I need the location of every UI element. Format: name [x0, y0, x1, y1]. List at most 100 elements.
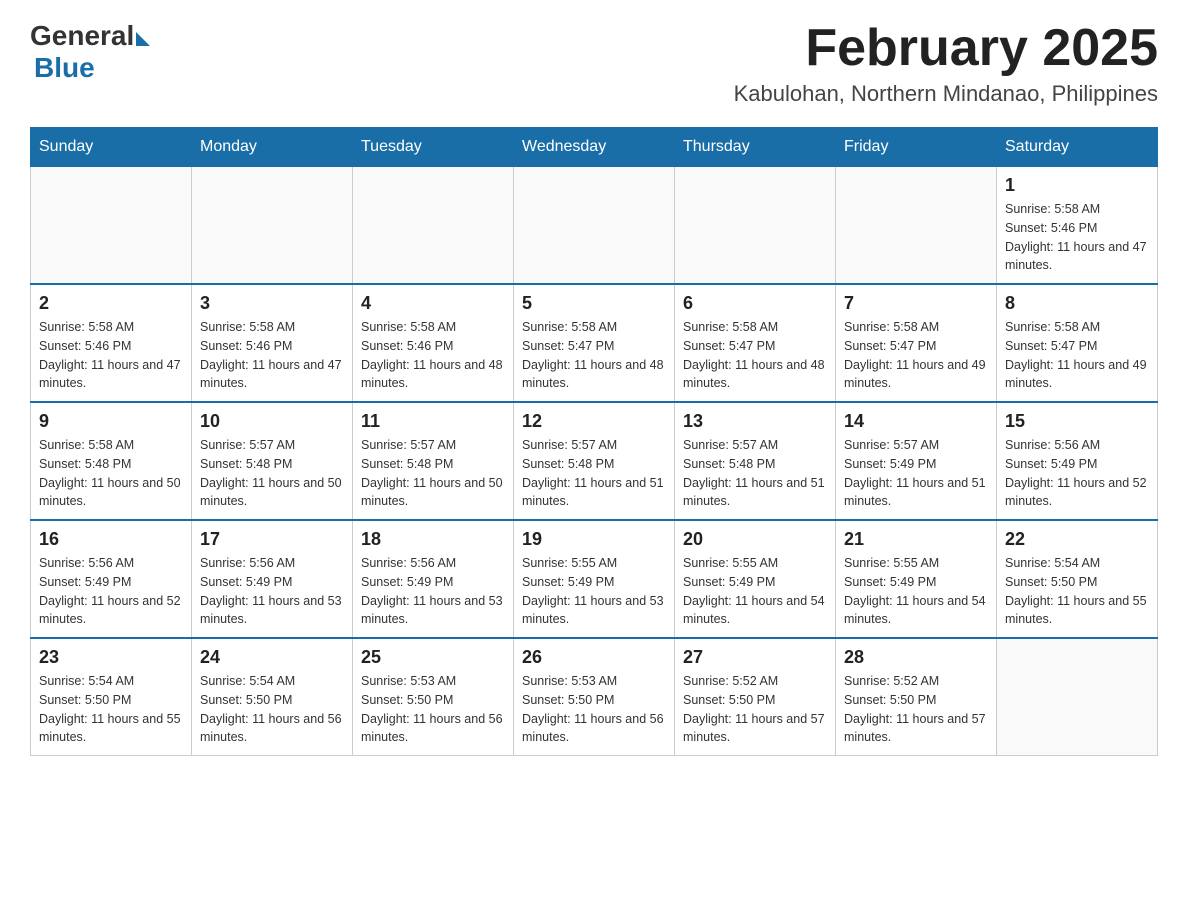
- calendar-day-cell: [353, 167, 514, 285]
- day-number: 4: [361, 293, 505, 314]
- calendar-day-cell: 1 Sunrise: 5:58 AM Sunset: 5:46 PM Daylig…: [997, 167, 1158, 285]
- calendar-day-cell: 18Sunrise: 5:56 AM Sunset: 5:49 PM Dayli…: [353, 520, 514, 638]
- calendar-day-cell: 3 Sunrise: 5:58 AM Sunset: 5:46 PM Daylig…: [192, 284, 353, 402]
- calendar-day-cell: 6 Sunrise: 5:58 AM Sunset: 5:47 PM Daylig…: [675, 284, 836, 402]
- day-number: 16: [39, 529, 183, 550]
- day-number: 25: [361, 647, 505, 668]
- day-number: 28: [844, 647, 988, 668]
- calendar-day-cell: 23 Sunrise: 5:54 AM Sunset: 5:50 PM Dayli…: [31, 638, 192, 756]
- day-of-week-header: Thursday: [675, 128, 836, 167]
- day-info: Sunrise: 5:55 AM Sunset: 5:49 PM Dayligh…: [522, 554, 666, 629]
- day-info: Sunrise: 5:53 AM Sunset: 5:50 PM Dayligh…: [361, 672, 505, 747]
- day-number: 24: [200, 647, 344, 668]
- day-number: 26: [522, 647, 666, 668]
- day-info: Sunrise: 5:54 AM Sunset: 5:50 PM Dayligh…: [39, 672, 183, 747]
- calendar-header-row: SundayMondayTuesdayWednesdayThursdayFrid…: [31, 128, 1158, 167]
- day-number: 10: [200, 411, 344, 432]
- calendar-day-cell: 21Sunrise: 5:55 AM Sunset: 5:49 PM Dayli…: [836, 520, 997, 638]
- day-info: Sunrise: 5:54 AM Sunset: 5:50 PM Dayligh…: [1005, 554, 1149, 629]
- day-number: 1: [1005, 175, 1149, 196]
- day-number: 2: [39, 293, 183, 314]
- day-info: Sunrise: 5:58 AM Sunset: 5:46 PM Dayligh…: [1005, 200, 1149, 275]
- day-info: Sunrise: 5:58 AM Sunset: 5:46 PM Dayligh…: [39, 318, 183, 393]
- day-info: Sunrise: 5:57 AM Sunset: 5:48 PM Dayligh…: [361, 436, 505, 511]
- calendar-day-cell: 10 Sunrise: 5:57 AM Sunset: 5:48 PM Dayli…: [192, 402, 353, 520]
- day-of-week-header: Sunday: [31, 128, 192, 167]
- day-of-week-header: Friday: [836, 128, 997, 167]
- calendar-day-cell: 9 Sunrise: 5:58 AM Sunset: 5:48 PM Daylig…: [31, 402, 192, 520]
- day-number: 14: [844, 411, 988, 432]
- calendar-table: SundayMondayTuesdayWednesdayThursdayFrid…: [30, 127, 1158, 756]
- day-info: Sunrise: 5:58 AM Sunset: 5:47 PM Dayligh…: [844, 318, 988, 393]
- day-of-week-header: Tuesday: [353, 128, 514, 167]
- day-number: 19: [522, 529, 666, 550]
- day-info: Sunrise: 5:57 AM Sunset: 5:48 PM Dayligh…: [522, 436, 666, 511]
- calendar-day-cell: 28 Sunrise: 5:52 AM Sunset: 5:50 PM Dayli…: [836, 638, 997, 756]
- calendar-day-cell: 26 Sunrise: 5:53 AM Sunset: 5:50 PM Dayli…: [514, 638, 675, 756]
- calendar-day-cell: 12 Sunrise: 5:57 AM Sunset: 5:48 PM Dayli…: [514, 402, 675, 520]
- day-info: Sunrise: 5:53 AM Sunset: 5:50 PM Dayligh…: [522, 672, 666, 747]
- calendar-day-cell: [997, 638, 1158, 756]
- calendar-day-cell: 8 Sunrise: 5:58 AM Sunset: 5:47 PM Daylig…: [997, 284, 1158, 402]
- calendar-day-cell: 16 Sunrise: 5:56 AM Sunset: 5:49 PM Dayli…: [31, 520, 192, 638]
- day-number: 20: [683, 529, 827, 550]
- day-number: 22: [1005, 529, 1149, 550]
- day-of-week-header: Saturday: [997, 128, 1158, 167]
- day-number: 8: [1005, 293, 1149, 314]
- calendar-week-row: 9 Sunrise: 5:58 AM Sunset: 5:48 PM Daylig…: [31, 402, 1158, 520]
- day-info: Sunrise: 5:58 AM Sunset: 5:47 PM Dayligh…: [1005, 318, 1149, 393]
- day-info: Sunrise: 5:54 AM Sunset: 5:50 PM Dayligh…: [200, 672, 344, 747]
- calendar-day-cell: [675, 167, 836, 285]
- day-info: Sunrise: 5:56 AM Sunset: 5:49 PM Dayligh…: [39, 554, 183, 629]
- day-number: 21: [844, 529, 988, 550]
- day-number: 7: [844, 293, 988, 314]
- calendar-day-cell: [31, 167, 192, 285]
- day-info: Sunrise: 5:56 AM Sunset: 5:49 PM Dayligh…: [361, 554, 505, 629]
- calendar-day-cell: [836, 167, 997, 285]
- logo-general-text: General: [30, 20, 134, 52]
- calendar-day-cell: 5 Sunrise: 5:58 AM Sunset: 5:47 PM Daylig…: [514, 284, 675, 402]
- day-info: Sunrise: 5:58 AM Sunset: 5:46 PM Dayligh…: [361, 318, 505, 393]
- calendar-day-cell: 15Sunrise: 5:56 AM Sunset: 5:49 PM Dayli…: [997, 402, 1158, 520]
- day-of-week-header: Monday: [192, 128, 353, 167]
- day-number: 13: [683, 411, 827, 432]
- day-info: Sunrise: 5:55 AM Sunset: 5:49 PM Dayligh…: [683, 554, 827, 629]
- day-of-week-header: Wednesday: [514, 128, 675, 167]
- day-info: Sunrise: 5:58 AM Sunset: 5:48 PM Dayligh…: [39, 436, 183, 511]
- day-number: 11: [361, 411, 505, 432]
- day-number: 9: [39, 411, 183, 432]
- day-info: Sunrise: 5:57 AM Sunset: 5:48 PM Dayligh…: [200, 436, 344, 511]
- calendar-week-row: 16 Sunrise: 5:56 AM Sunset: 5:49 PM Dayli…: [31, 520, 1158, 638]
- calendar-week-row: 23 Sunrise: 5:54 AM Sunset: 5:50 PM Dayli…: [31, 638, 1158, 756]
- day-number: 3: [200, 293, 344, 314]
- calendar-week-row: 1 Sunrise: 5:58 AM Sunset: 5:46 PM Daylig…: [31, 167, 1158, 285]
- calendar-day-cell: 4 Sunrise: 5:58 AM Sunset: 5:46 PM Daylig…: [353, 284, 514, 402]
- day-info: Sunrise: 5:58 AM Sunset: 5:46 PM Dayligh…: [200, 318, 344, 393]
- logo-arrow-icon: [136, 32, 150, 46]
- calendar-day-cell: 25 Sunrise: 5:53 AM Sunset: 5:50 PM Dayli…: [353, 638, 514, 756]
- location-title: Kabulohan, Northern Mindanao, Philippine…: [734, 81, 1158, 107]
- calendar-day-cell: 24 Sunrise: 5:54 AM Sunset: 5:50 PM Dayli…: [192, 638, 353, 756]
- calendar-day-cell: [192, 167, 353, 285]
- calendar-week-row: 2 Sunrise: 5:58 AM Sunset: 5:46 PM Daylig…: [31, 284, 1158, 402]
- calendar-day-cell: 14 Sunrise: 5:57 AM Sunset: 5:49 PM Dayli…: [836, 402, 997, 520]
- day-number: 5: [522, 293, 666, 314]
- calendar-day-cell: 17Sunrise: 5:56 AM Sunset: 5:49 PM Dayli…: [192, 520, 353, 638]
- day-info: Sunrise: 5:58 AM Sunset: 5:47 PM Dayligh…: [683, 318, 827, 393]
- logo-blue-text: Blue: [34, 52, 150, 84]
- day-number: 23: [39, 647, 183, 668]
- day-info: Sunrise: 5:56 AM Sunset: 5:49 PM Dayligh…: [200, 554, 344, 629]
- title-section: February 2025 Kabulohan, Northern Mindan…: [734, 20, 1158, 107]
- day-number: 27: [683, 647, 827, 668]
- calendar-day-cell: 20 Sunrise: 5:55 AM Sunset: 5:49 PM Dayli…: [675, 520, 836, 638]
- day-info: Sunrise: 5:56 AM Sunset: 5:49 PM Dayligh…: [1005, 436, 1149, 511]
- calendar-day-cell: 22 Sunrise: 5:54 AM Sunset: 5:50 PM Dayli…: [997, 520, 1158, 638]
- day-number: 12: [522, 411, 666, 432]
- calendar-day-cell: 2 Sunrise: 5:58 AM Sunset: 5:46 PM Daylig…: [31, 284, 192, 402]
- day-info: Sunrise: 5:58 AM Sunset: 5:47 PM Dayligh…: [522, 318, 666, 393]
- day-number: 6: [683, 293, 827, 314]
- page-header: General Blue February 2025 Kabulohan, No…: [30, 20, 1158, 107]
- month-title: February 2025: [734, 20, 1158, 77]
- day-info: Sunrise: 5:52 AM Sunset: 5:50 PM Dayligh…: [844, 672, 988, 747]
- day-info: Sunrise: 5:57 AM Sunset: 5:49 PM Dayligh…: [844, 436, 988, 511]
